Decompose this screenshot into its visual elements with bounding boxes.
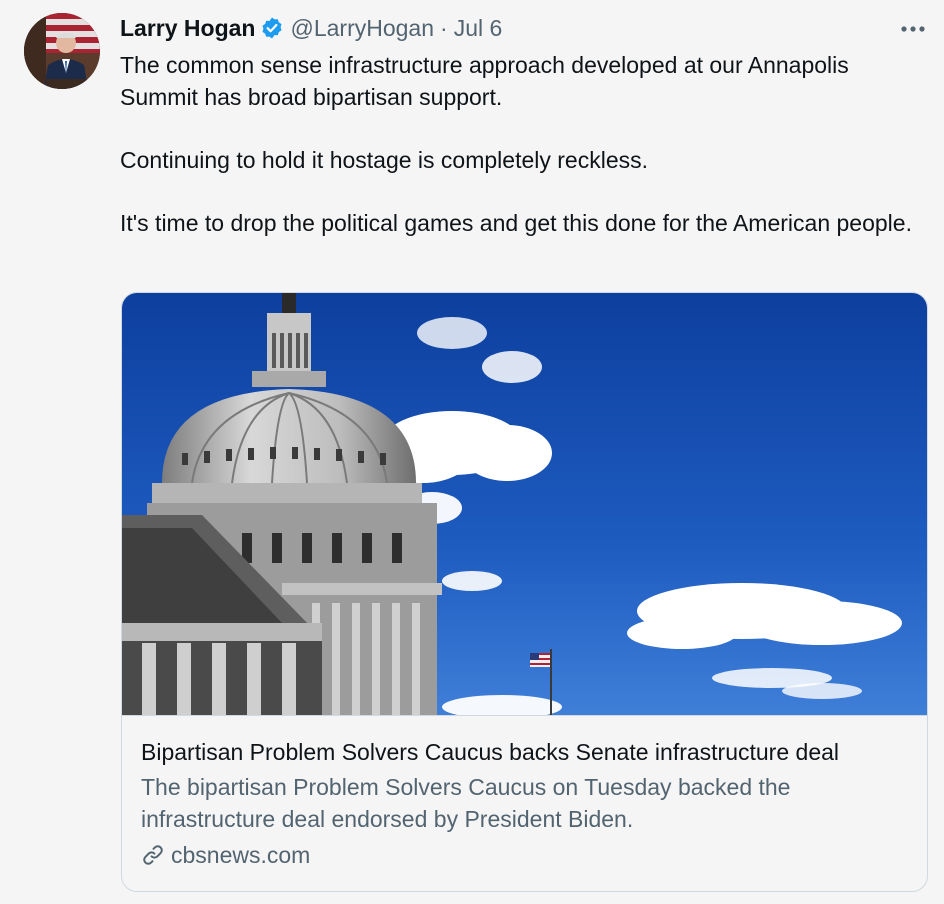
card-domain[interactable]: cbsnews.com	[141, 840, 310, 870]
author-handle[interactable]: @LarryHogan	[290, 12, 434, 44]
card-divider	[122, 715, 927, 716]
card-domain-text: cbsnews.com	[171, 842, 311, 868]
link-icon	[143, 845, 163, 865]
avatar-photo	[24, 13, 100, 89]
tweet-text: The common sense infrastructure approach…	[120, 49, 930, 239]
separator-dot: ·	[440, 15, 448, 41]
card-title[interactable]: Bipartisan Problem Solvers Caucus backs …	[141, 737, 901, 767]
tweet-paragraph: Continuing to hold it hostage is complet…	[120, 147, 649, 173]
avatar[interactable]	[24, 13, 100, 89]
tweet-date[interactable]: Jul 6	[454, 12, 503, 44]
tweet-paragraph: It's time to drop the political games an…	[120, 210, 912, 236]
card-description[interactable]: The bipartisan Problem Solvers Caucus on…	[141, 771, 901, 835]
tweet-header: Larry Hogan @LarryHogan · Jul 6	[120, 12, 502, 44]
author-name[interactable]: Larry Hogan	[120, 12, 255, 44]
link-preview-card[interactable]: Bipartisan Problem Solvers Caucus backs …	[121, 292, 928, 892]
verified-badge-icon	[260, 16, 284, 40]
card-image-capitol[interactable]	[122, 293, 927, 715]
tweet-paragraph: The common sense infrastructure approach…	[120, 52, 849, 110]
more-options-icon[interactable]	[899, 19, 927, 39]
